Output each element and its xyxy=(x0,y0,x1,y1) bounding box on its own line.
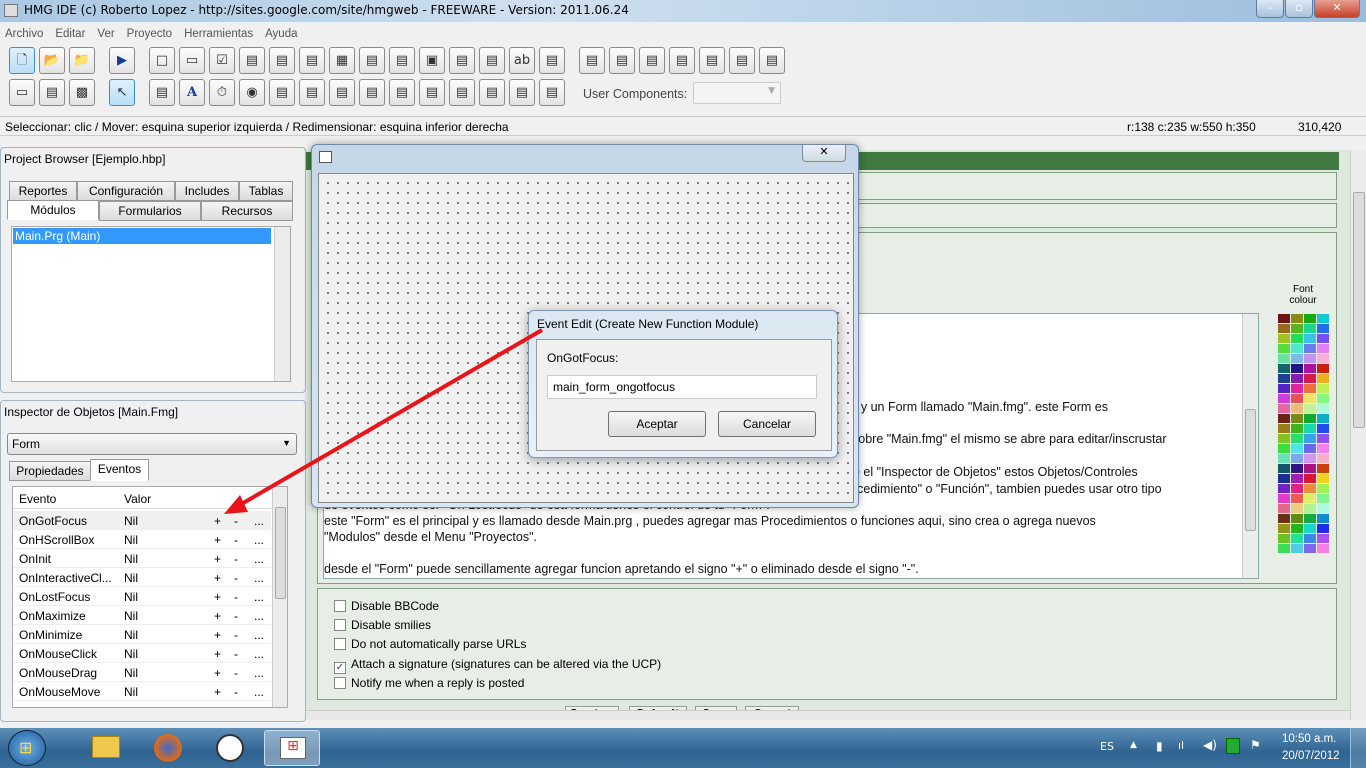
clock-date[interactable]: 20/07/2012 xyxy=(1282,750,1340,762)
show-hidden-icons[interactable]: ▲ xyxy=(1130,740,1137,750)
firefox-icon xyxy=(154,734,182,762)
firefox-taskbar-icon[interactable] xyxy=(140,730,196,766)
clock-time[interactable]: 10:50 a.m. xyxy=(1282,733,1336,745)
explorer-taskbar-icon[interactable] xyxy=(78,730,134,766)
hmg-ide-taskbar-icon[interactable]: ⊞ xyxy=(264,730,320,766)
signal-icon[interactable]: ıl xyxy=(1178,739,1184,752)
battery-icon[interactable]: ▮ xyxy=(1156,739,1163,753)
start-button[interactable]: ⊞ xyxy=(8,730,46,766)
folder-icon xyxy=(92,736,120,758)
arrow-head xyxy=(224,495,248,514)
mascot-icon xyxy=(216,734,244,762)
windows-logo-icon: ⊞ xyxy=(19,738,33,757)
show-desktop-button[interactable] xyxy=(1350,728,1366,768)
action-center-flag-icon[interactable]: ⚑ xyxy=(1250,738,1261,752)
app-taskbar-icon[interactable] xyxy=(202,730,258,766)
volume-icon[interactable]: ◀) xyxy=(1203,738,1217,752)
tray-app-icon[interactable] xyxy=(1226,738,1240,754)
window-icon: ⊞ xyxy=(280,737,306,759)
arrow-line xyxy=(236,328,544,508)
taskbar: ⊞ ⊞ ES ▲ ▮ ıl ◀) ⚑ 10:50 a.m. 20/07/2012 xyxy=(0,728,1366,768)
language-indicator[interactable]: ES xyxy=(1100,740,1114,753)
annotation-arrow xyxy=(224,328,544,514)
